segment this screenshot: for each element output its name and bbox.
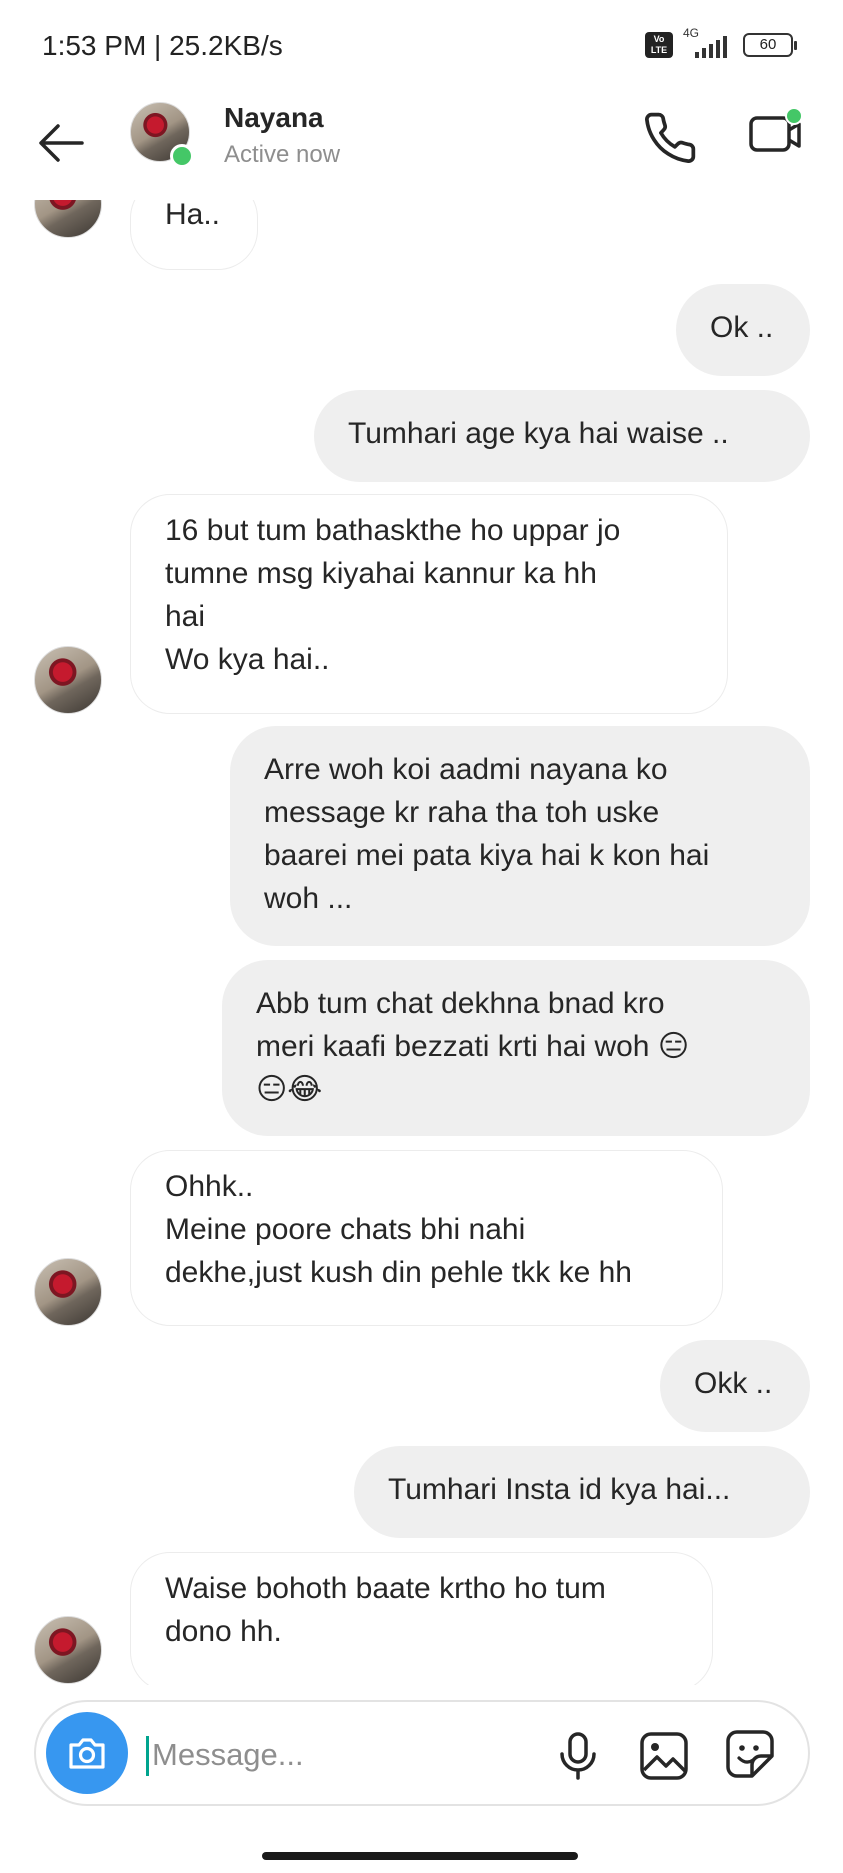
back-button[interactable]: [34, 116, 88, 170]
message-incoming[interactable]: Ohhk.. Meine poore chats bhi nahi dekhe,…: [130, 1150, 723, 1326]
signal-icon: 4G: [683, 26, 733, 60]
gallery-icon: [640, 1732, 688, 1780]
battery-icon: 60: [743, 33, 797, 57]
message-outgoing[interactable]: Arre woh koi aadmi nayana ko message kr …: [230, 726, 810, 946]
mic-icon: [560, 1732, 596, 1780]
sticker-button[interactable]: [722, 1726, 778, 1782]
sender-avatar: [34, 200, 102, 238]
sender-avatar: [34, 1616, 102, 1684]
voice-call-button[interactable]: [642, 110, 698, 166]
sticker-icon: [726, 1730, 774, 1778]
message-input[interactable]: [152, 1728, 452, 1782]
message-composer: [34, 1700, 810, 1806]
status-bar: 1:53 PM | 25.2KB/s Vo LTE 4G 60: [0, 0, 843, 96]
message-outgoing[interactable]: Abb tum chat dekhna bnad kro meri kaafi …: [222, 960, 810, 1136]
volte-icon: Vo LTE: [645, 32, 673, 58]
arrow-left-icon: [39, 124, 84, 162]
message-incoming[interactable]: Ha..: [130, 200, 258, 270]
phone-icon: [645, 112, 696, 163]
sender-avatar: [34, 646, 102, 714]
text-caret: [146, 1736, 149, 1776]
message-incoming[interactable]: Waise bohoth baate krtho ho tum dono hh.: [130, 1552, 713, 1685]
camera-button[interactable]: [46, 1712, 128, 1794]
message-incoming[interactable]: 16 but tum bathaskthe ho uppar jo tumne …: [130, 494, 728, 714]
home-indicator[interactable]: [262, 1852, 578, 1860]
status-time: 1:53 PM | 25.2KB/s: [42, 30, 283, 61]
video-camera-icon: [749, 107, 803, 152]
contact-name[interactable]: Nayana: [224, 102, 324, 134]
message-thread[interactable]: Ha.. Ok .. Tumhari age kya hai waise .. …: [0, 200, 843, 1685]
voice-message-button[interactable]: [550, 1726, 606, 1782]
message-outgoing[interactable]: Tumhari age kya hai waise ..: [314, 390, 810, 482]
message-outgoing[interactable]: Okk ..: [660, 1340, 810, 1432]
message-outgoing[interactable]: Ok ..: [676, 284, 810, 376]
contact-status: Active now: [224, 141, 341, 168]
camera-icon: [69, 1738, 105, 1769]
online-indicator: [170, 144, 194, 168]
gallery-button[interactable]: [636, 1728, 692, 1784]
message-outgoing[interactable]: Tumhari Insta id kya hai...: [354, 1446, 810, 1538]
video-call-button[interactable]: [745, 106, 805, 166]
chat-header: Nayana Active now: [0, 96, 843, 200]
status-icons: Vo LTE 4G 60: [645, 26, 797, 60]
sender-avatar: [34, 1258, 102, 1326]
